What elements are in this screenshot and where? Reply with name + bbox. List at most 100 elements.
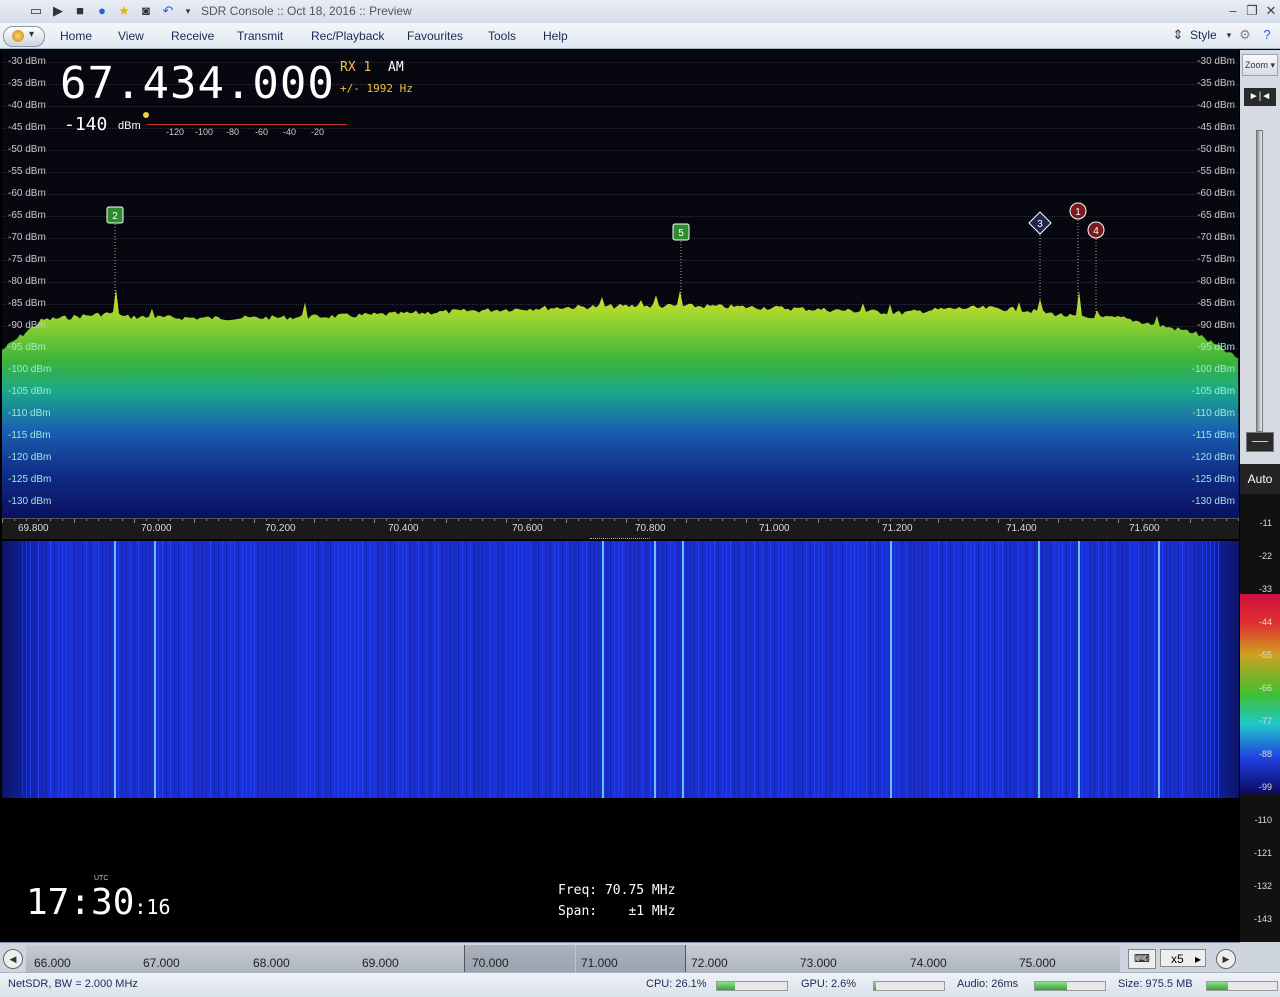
band-zoom-dropdown[interactable]: x5 ▸ bbox=[1160, 949, 1206, 967]
frequency-tick bbox=[602, 519, 603, 521]
band-tick-label: 67.000 bbox=[143, 956, 180, 970]
utc-label: UTC bbox=[94, 875, 109, 882]
waterfall-column bbox=[374, 541, 375, 798]
app-menu-button[interactable]: ▾ bbox=[3, 26, 45, 47]
waterfall-column bbox=[534, 541, 535, 798]
frequency-scale[interactable]: 69.800 70.000 70.200 70.400 70.600 70.800 71.0… bbox=[2, 518, 1239, 539]
dbm-label: -120 dBm bbox=[1191, 452, 1235, 463]
waterfall-column bbox=[86, 541, 87, 798]
frequency-tick bbox=[122, 519, 123, 521]
zoom-slider-handle[interactable] bbox=[1246, 432, 1274, 452]
quick-access-dropdown-icon[interactable]: ▾ bbox=[180, 3, 196, 19]
waterfall-column bbox=[310, 541, 311, 798]
waterfall-column bbox=[882, 541, 883, 798]
waterfall-column bbox=[382, 541, 383, 798]
waterfall-column bbox=[1126, 541, 1127, 798]
frequency-tick bbox=[1082, 519, 1083, 521]
waterfall-column bbox=[246, 541, 247, 798]
marker-label: 4 bbox=[1093, 226, 1099, 237]
vfo-frequency[interactable]: 67.434.000 bbox=[60, 58, 335, 109]
dbm-label: -45 dBm bbox=[1197, 122, 1235, 133]
waterfall-column bbox=[154, 541, 156, 798]
signal-meter-bar bbox=[147, 124, 347, 125]
style-menu[interactable]: Style bbox=[1190, 28, 1217, 42]
scroll-right-icon[interactable]: ▶ bbox=[1216, 949, 1236, 969]
waterfall-column bbox=[1218, 541, 1219, 798]
waterfall-display[interactable] bbox=[2, 541, 1239, 798]
restore-icon[interactable]: ❐ bbox=[1243, 3, 1261, 19]
waterfall-column bbox=[442, 541, 443, 798]
mode-label[interactable]: AM bbox=[388, 60, 404, 75]
waterfall-column bbox=[222, 541, 223, 798]
waterfall-column bbox=[562, 541, 563, 798]
waterfall-column bbox=[1114, 541, 1115, 798]
auto-level-button[interactable]: Auto bbox=[1240, 464, 1280, 494]
frequency-tick bbox=[242, 519, 243, 521]
waterfall-column bbox=[854, 541, 855, 798]
undo-icon[interactable]: ↶ bbox=[160, 3, 176, 19]
rx-label[interactable]: RX 1 bbox=[340, 60, 371, 75]
menu-home[interactable]: Home bbox=[60, 29, 92, 43]
waterfall-column bbox=[158, 541, 159, 798]
minimize-icon[interactable]: – bbox=[1224, 3, 1242, 18]
play-icon[interactable]: ▶ bbox=[50, 3, 66, 19]
frequency-tick bbox=[794, 519, 795, 521]
close-icon[interactable]: ✕ bbox=[1262, 3, 1280, 19]
waterfall-column bbox=[866, 541, 867, 798]
menu-receive[interactable]: Receive bbox=[171, 29, 214, 43]
scroll-left-icon[interactable]: ◀ bbox=[3, 949, 23, 969]
spectrum-display[interactable]: 2 5 3 1 4 -30 dBm -30 dBm -35 dBm -35 dBm -40 dB… bbox=[2, 50, 1239, 518]
frequency-tick bbox=[830, 519, 831, 521]
size-bar bbox=[1206, 981, 1278, 991]
waterfall-column bbox=[174, 541, 175, 798]
waterfall-column bbox=[1042, 541, 1043, 798]
menu-rec-playback[interactable]: Rec/Playback bbox=[311, 29, 384, 43]
waterfall-column bbox=[426, 541, 427, 798]
style-updown-icon[interactable]: ⇕ bbox=[1170, 27, 1186, 43]
frequency-tick bbox=[218, 519, 219, 521]
add-icon[interactable]: ● bbox=[94, 3, 110, 19]
waterfall-column bbox=[258, 541, 259, 798]
frequency-tick bbox=[1130, 519, 1131, 521]
folder-icon[interactable]: ▭ bbox=[28, 3, 44, 19]
menu-tools[interactable]: Tools bbox=[488, 29, 516, 43]
color-scale-label: -44 bbox=[1258, 617, 1272, 627]
waterfall-column bbox=[502, 541, 503, 798]
waterfall-column bbox=[1050, 541, 1051, 798]
camera-icon[interactable]: ◙ bbox=[138, 3, 154, 19]
gear-icon[interactable]: ⚙ bbox=[1237, 27, 1253, 43]
menu-view[interactable]: View bbox=[118, 29, 144, 43]
waterfall-column bbox=[974, 541, 975, 798]
keyboard-icon[interactable]: ⌨ bbox=[1128, 949, 1156, 969]
waterfall-column bbox=[618, 541, 619, 798]
waterfall-column bbox=[98, 541, 99, 798]
app-logo-icon bbox=[12, 30, 24, 42]
band-scale-bar[interactable]: ◀ ⌨ x5 ▸ ▶ 66.000 67.000 68.000 69.000 70.000… bbox=[0, 942, 1240, 973]
waterfall-column bbox=[990, 541, 991, 798]
waterfall-column bbox=[934, 541, 935, 798]
clock-hours-minutes: 17:30 bbox=[26, 882, 135, 923]
style-dropdown-icon[interactable]: ▾ bbox=[1221, 27, 1237, 43]
waterfall-column bbox=[270, 541, 271, 798]
waterfall-column bbox=[726, 541, 727, 798]
frequency-tick bbox=[626, 519, 627, 523]
zoom-fit-icon[interactable]: ►|◄ bbox=[1244, 88, 1276, 106]
waterfall-column bbox=[822, 541, 823, 798]
help-icon[interactable]: ? bbox=[1259, 27, 1275, 43]
star-icon[interactable]: ★ bbox=[116, 3, 132, 19]
frequency-tick bbox=[206, 519, 207, 521]
menu-transmit[interactable]: Transmit bbox=[237, 29, 283, 43]
waterfall-column bbox=[754, 541, 755, 798]
marker-label: 5 bbox=[678, 228, 684, 239]
frequency-tick bbox=[386, 519, 387, 521]
menu-favourites[interactable]: Favourites bbox=[407, 29, 463, 43]
zoom-slider-track[interactable] bbox=[1256, 130, 1263, 432]
waterfall-column bbox=[234, 541, 235, 798]
stop-icon[interactable]: ■ bbox=[72, 3, 88, 19]
menu-help[interactable]: Help bbox=[543, 29, 568, 43]
waterfall-column bbox=[146, 541, 147, 798]
waterfall-column bbox=[1198, 541, 1199, 798]
waterfall-column bbox=[1158, 541, 1160, 798]
zoom-button[interactable]: Zoom ▾ bbox=[1242, 54, 1278, 76]
waterfall-column bbox=[22, 541, 23, 798]
